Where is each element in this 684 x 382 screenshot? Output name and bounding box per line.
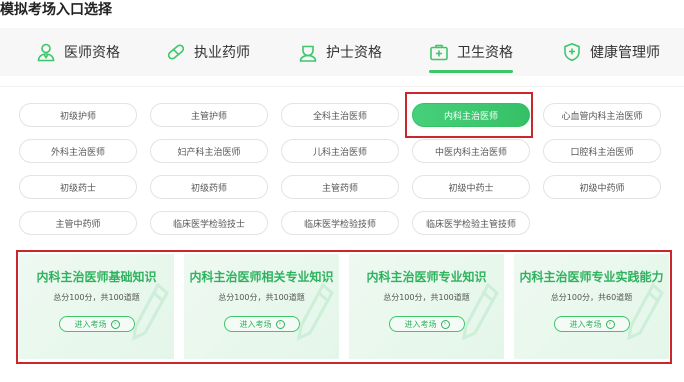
nurse-icon bbox=[298, 42, 318, 62]
medical-kit-icon bbox=[429, 42, 449, 62]
doctor-icon bbox=[36, 42, 56, 62]
subject-pill[interactable]: 外科主治医师 bbox=[19, 139, 137, 163]
pill-icon bbox=[166, 42, 186, 62]
selected-subject-highlight bbox=[405, 92, 533, 138]
subject-pill[interactable]: 初级药士 bbox=[19, 175, 137, 199]
subject-pill[interactable]: 初级中药师 bbox=[543, 175, 661, 199]
subject-pill[interactable]: 临床医学检验技士 bbox=[150, 211, 268, 235]
page-title: 模拟考场入口选择 bbox=[0, 2, 112, 18]
subject-pill[interactable]: 初级药师 bbox=[150, 175, 268, 199]
divider bbox=[0, 86, 684, 87]
subject-pill[interactable]: 儿科主治医师 bbox=[281, 139, 399, 163]
subject-pill[interactable]: 主管护师 bbox=[150, 103, 268, 127]
subject-pill[interactable]: 临床医学检验技师 bbox=[281, 211, 399, 235]
tab-nurse[interactable]: 护士资格 bbox=[298, 28, 382, 76]
tab-label: 健康管理师 bbox=[590, 45, 660, 61]
subject-pill[interactable]: 主管中药师 bbox=[19, 211, 137, 235]
category-nav: 医师资格 执业药师 护士资格 卫生资格 健康管理师 bbox=[0, 28, 684, 76]
subject-pill[interactable]: 中医内科主治医师 bbox=[412, 139, 530, 163]
subject-pill[interactable]: 口腔科主治医师 bbox=[543, 139, 661, 163]
tab-health-manager[interactable]: 健康管理师 bbox=[562, 28, 660, 76]
tab-pharmacist[interactable]: 执业药师 bbox=[166, 28, 250, 76]
subject-pill[interactable]: 妇产科主治医师 bbox=[150, 139, 268, 163]
subject-pill[interactable]: 初级中药士 bbox=[412, 175, 530, 199]
exam-cards-highlight bbox=[16, 250, 672, 364]
subject-pill[interactable]: 初级护师 bbox=[19, 103, 137, 127]
shield-plus-icon bbox=[562, 42, 582, 62]
tab-label: 卫生资格 bbox=[457, 45, 513, 61]
subject-pill[interactable]: 主管药师 bbox=[281, 175, 399, 199]
active-tab-underline bbox=[429, 70, 513, 73]
tab-health-qualification[interactable]: 卫生资格 bbox=[429, 28, 513, 76]
subject-pill[interactable]: 全科主治医师 bbox=[281, 103, 399, 127]
tab-label: 执业药师 bbox=[194, 45, 250, 61]
subject-pill[interactable]: 心血管内科主治医师 bbox=[543, 103, 661, 127]
subject-pill[interactable]: 临床医学检验主管技师 bbox=[412, 211, 530, 235]
tab-label: 护士资格 bbox=[326, 45, 382, 61]
tab-doctor[interactable]: 医师资格 bbox=[36, 28, 120, 76]
tab-label: 医师资格 bbox=[64, 45, 120, 61]
